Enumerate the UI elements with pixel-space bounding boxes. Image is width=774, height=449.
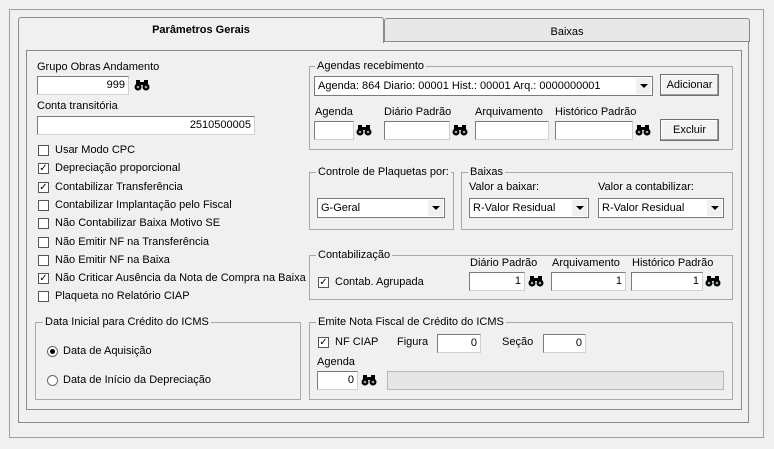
- chevron-down-icon: [707, 200, 722, 216]
- option-checkbox[interactable]: [38, 254, 49, 266]
- valor-contab-label: Valor a contabilizar:: [598, 181, 694, 193]
- baixas-group-title: Baixas: [468, 166, 506, 178]
- figura-label: Figura: [397, 336, 429, 348]
- radio-data-inicio-depreciacao-label: Data de Início da Depreciação: [63, 374, 211, 386]
- delete-button[interactable]: Excluir: [660, 119, 719, 141]
- icms-date-group-title: Data Inicial para Crédito do ICMS: [43, 316, 211, 328]
- option-checkbox[interactable]: [38, 236, 49, 248]
- option-checkbox[interactable]: [38, 218, 49, 230]
- agendas-select[interactable]: Agenda: 864 Diario: 00001 Hist.: 00001 A…: [314, 76, 653, 96]
- binoculars-icon[interactable]: [355, 121, 373, 139]
- option-checkbox[interactable]: [38, 291, 49, 303]
- secao-label: Seção: [502, 336, 534, 348]
- option-checkbox-label: Contabilizar Transferência: [55, 180, 183, 193]
- agenda-label: Agenda: [315, 106, 353, 118]
- contabilizacao-group-title: Contabilização: [316, 249, 393, 261]
- binoculars-icon[interactable]: [133, 76, 151, 94]
- binoculars-icon[interactable]: [634, 121, 652, 139]
- option-checkbox-label: Depreciação proporcional: [55, 162, 181, 175]
- chevron-down-icon: [428, 200, 443, 216]
- chevron-down-icon: [572, 200, 587, 216]
- contab-historico-label: Histórico Padrão: [632, 257, 714, 269]
- arquivamento-input[interactable]: [475, 121, 549, 140]
- historico-label: Histórico Padrão: [555, 106, 637, 118]
- option-checkbox[interactable]: ✓: [38, 163, 49, 175]
- conta-transitoria-input[interactable]: 2510500005: [37, 116, 255, 135]
- agendas-select-value: Agenda: 864 Diario: 00001 Hist.: 00001 A…: [318, 80, 601, 92]
- option-checkbox-label: Usar Modo CPC: [55, 144, 136, 156]
- valor-baixar-label: Valor a baixar:: [469, 181, 540, 193]
- diario-input[interactable]: [384, 121, 450, 140]
- option-checkbox-label: Plaqueta no Relatório CIAP: [55, 290, 190, 303]
- option-checkbox-label: Não Criticar Ausência da Nota de Compra …: [55, 272, 306, 285]
- radio-data-inicio-depreciacao[interactable]: [47, 375, 58, 386]
- plaquetas-select[interactable]: G-Geral: [317, 198, 445, 218]
- option-checkbox-label: Não Contabilizar Baixa Motivo SE: [55, 217, 221, 230]
- plaquetas-group-title: Controle de Plaquetas por:: [316, 166, 451, 178]
- option-checkbox[interactable]: ✓: [38, 273, 49, 285]
- contab-arquivamento-label: Arquivamento: [552, 257, 620, 269]
- figura-input[interactable]: 0: [437, 334, 481, 353]
- option-checkbox[interactable]: [38, 145, 49, 156]
- binoculars-icon[interactable]: [360, 371, 378, 389]
- icms-date-group: [35, 322, 301, 400]
- binoculars-icon[interactable]: [527, 272, 545, 290]
- contab-agrupada-checkbox[interactable]: ✓: [318, 277, 329, 288]
- agendas-group-title: Agendas recebimento: [315, 60, 427, 72]
- option-checkbox-label: Contabilizar Implantação pelo Fiscal: [55, 198, 232, 211]
- option-checkbox[interactable]: [38, 199, 49, 211]
- arquivamento-label: Arquivamento: [475, 106, 543, 118]
- binoculars-icon[interactable]: [451, 121, 469, 139]
- nota-icms-group-title: Emite Nota Fiscal de Crédito do ICMS: [316, 316, 506, 328]
- agenda-description-field: [387, 371, 724, 390]
- option-checkbox-label: Não Emitir NF na Baixa: [55, 253, 170, 266]
- valor-baixar-value: R-Valor Residual: [473, 202, 556, 214]
- contab-agrupada-label: Contab. Agrupada: [335, 276, 424, 288]
- historico-input[interactable]: [555, 121, 633, 140]
- radio-data-aquisicao[interactable]: [47, 346, 58, 357]
- contab-historico-input[interactable]: 1: [631, 272, 703, 291]
- nota-agenda-input[interactable]: 0: [317, 371, 358, 390]
- option-checkbox-label: Não Emitir NF na Transferência: [55, 235, 210, 248]
- valor-contab-value: R-Valor Residual: [602, 202, 685, 214]
- diario-label: Diário Padrão: [384, 106, 452, 118]
- chevron-down-icon: [636, 78, 651, 94]
- radio-data-aquisicao-label: Data de Aquisição: [63, 345, 152, 357]
- grupo-obras-label: Grupo Obras Andamento: [37, 61, 160, 73]
- nf-ciap-checkbox[interactable]: ✓: [318, 337, 329, 348]
- secao-input[interactable]: 0: [543, 334, 586, 353]
- contab-diario-input[interactable]: 1: [469, 272, 525, 291]
- option-checkbox[interactable]: ✓: [38, 181, 49, 193]
- nota-agenda-label: Agenda: [317, 356, 355, 368]
- nf-ciap-label: NF CIAP: [335, 336, 379, 348]
- contab-diario-label: Diário Padrão: [470, 257, 538, 269]
- valor-contab-select[interactable]: R-Valor Residual: [598, 198, 724, 218]
- agenda-input[interactable]: [314, 121, 354, 140]
- valor-baixar-select[interactable]: R-Valor Residual: [469, 198, 589, 218]
- contab-arquivamento-input[interactable]: 1: [551, 272, 626, 291]
- grupo-obras-input[interactable]: 999: [37, 76, 129, 95]
- add-button[interactable]: Adicionar: [660, 74, 719, 96]
- plaquetas-select-value: G-Geral: [321, 202, 361, 214]
- conta-transitoria-label: Conta transitória: [37, 100, 118, 112]
- binoculars-icon[interactable]: [704, 272, 722, 290]
